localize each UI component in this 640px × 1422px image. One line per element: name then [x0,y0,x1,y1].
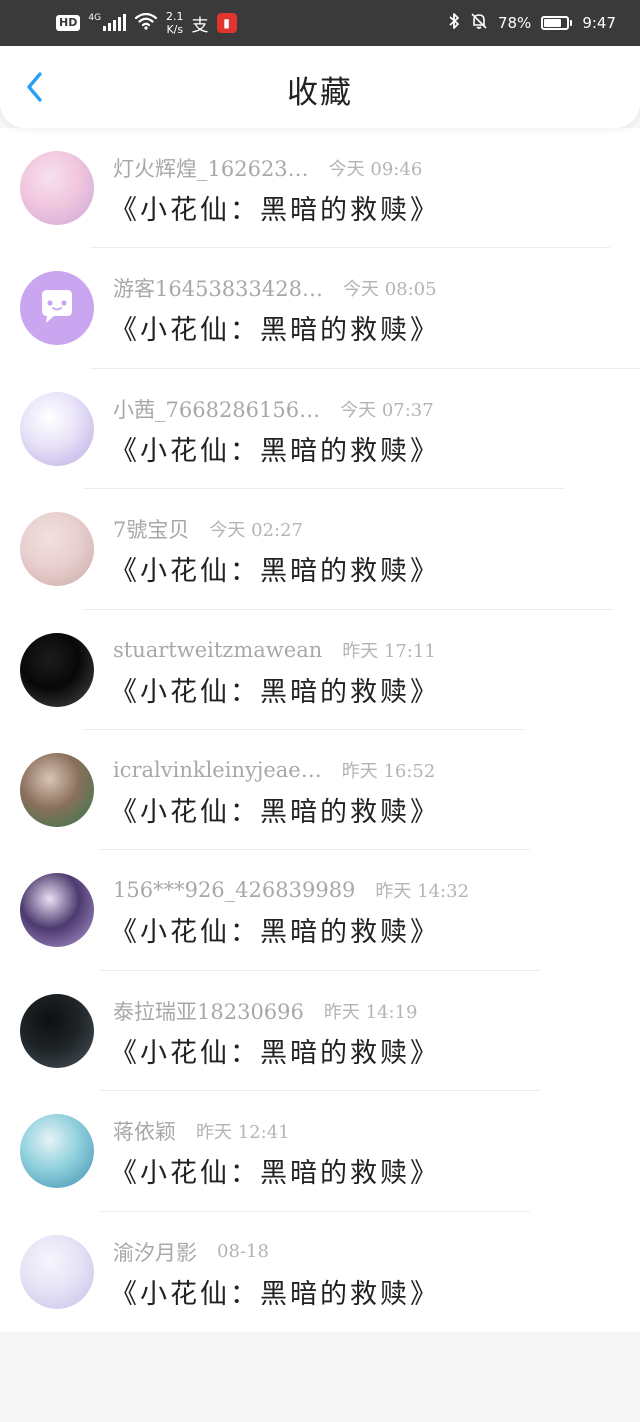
timestamp: 昨天 12:41 [196,1122,290,1144]
page-title: 收藏 [287,75,353,111]
work-title[interactable]: 《小花仙：黑暗的救赎》 [110,1031,440,1070]
work-title[interactable]: 《小花仙：黑暗的救赎》 [110,429,440,468]
alipay-icon: 支 [191,15,209,36]
clock: 9:47 [582,14,616,32]
timestamp: 今天 02:27 [209,520,303,542]
signal-icon [103,14,127,31]
avatar[interactable] [20,993,94,1068]
avatar[interactable] [20,1234,94,1309]
username[interactable]: icralvinkleinyjeae… [113,758,322,782]
bell-off-icon [470,12,488,34]
network-type: 4G [88,13,102,23]
list-item[interactable]: 游客16453833428… 今天 08:05 《小花仙：黑暗的救赎》 [0,248,640,369]
item-meta: icralvinkleinyjeae… 昨天 16:52 [113,754,435,786]
reader-app-icon: ▮ [216,13,237,33]
item-meta: 7號宝贝 今天 02:27 [113,513,303,545]
hd-badge: HD [56,15,81,31]
timestamp: 08-18 [217,1241,269,1263]
status-bar: HD 4G 2.1 K/s 支 ▮ 78% 9:47 [0,0,640,46]
list-item[interactable]: 7號宝贝 今天 02:27 《小花仙：黑暗的救赎》 [0,489,640,610]
network-speed-unit: K/s [166,23,184,36]
timestamp: 昨天 16:52 [341,760,436,782]
list-item[interactable]: 156***926_426839989 昨天 14:32 《小花仙：黑暗的救赎》 [0,850,640,971]
avatar[interactable] [20,512,94,587]
username[interactable]: 灯火辉煌_162623… [113,153,309,183]
timestamp: 今天 08:05 [342,279,437,301]
username[interactable]: 7號宝贝 [113,514,189,544]
avatar[interactable] [20,391,94,466]
username[interactable]: 156***926_426839989 [113,878,355,902]
item-meta: 泰拉瑞亚18230696 昨天 14:19 [113,995,418,1027]
work-title[interactable]: 《小花仙：黑暗的救赎》 [110,1272,440,1311]
item-meta: 小茜_7668286156… 今天 07:37 [113,393,434,425]
work-title[interactable]: 《小花仙：黑暗的救赎》 [110,910,440,949]
timestamp: 今天 07:37 [340,399,434,421]
avatar[interactable] [20,632,94,707]
timestamp: 昨天 14:19 [323,1001,418,1023]
avatar[interactable] [20,873,94,948]
work-title[interactable]: 《小花仙：黑暗的救赎》 [110,308,440,347]
wifi-icon [134,12,158,34]
list-item[interactable]: 小茜_7668286156… 今天 07:37 《小花仙：黑暗的救赎》 [0,369,640,490]
item-meta: 蒋依颖 昨天 12:41 [113,1115,290,1147]
item-meta: 156***926_426839989 昨天 14:32 [113,874,469,906]
chat-bubble-icon [42,290,72,324]
username[interactable]: stuartweitzmawean [113,638,322,662]
username[interactable]: 小茜_7668286156… [113,394,320,424]
network-speed-value: 2.1 [166,10,184,23]
list-item[interactable]: stuartweitzmawean 昨天 17:11 《小花仙：黑暗的救赎》 [0,610,640,730]
list-item[interactable]: 灯火辉煌_162623… 今天 09:46 《小花仙：黑暗的救赎》 [0,128,640,249]
list-item[interactable]: icralvinkleinyjeae… 昨天 16:52 《小花仙：黑暗的救赎》 [0,730,640,851]
header: 收藏 [0,46,640,128]
timestamp: 昨天 14:32 [375,881,470,903]
work-title[interactable]: 《小花仙：黑暗的救赎》 [110,549,440,588]
username[interactable]: 渝汐月影 [113,1237,197,1267]
item-meta: 灯火辉煌_162623… 今天 09:46 [113,152,422,184]
item-meta: 游客16453833428… 今天 08:05 [113,272,437,304]
favorites-list: 灯火辉煌_162623… 今天 09:46 《小花仙：黑暗的救赎》 游客1645383… [0,128,640,1332]
battery-percent: 78% [497,14,532,32]
avatar[interactable] [20,1114,94,1189]
list-item[interactable]: 泰拉瑞亚18230696 昨天 14:19 《小花仙：黑暗的救赎》 [0,971,640,1092]
network-speed: 2.1 K/s [166,10,184,36]
username[interactable]: 蒋依颖 [113,1116,176,1146]
work-title[interactable]: 《小花仙：黑暗的救赎》 [110,790,440,829]
item-meta: 渝汐月影 08-18 [113,1236,269,1268]
username[interactable]: 泰拉瑞亚18230696 [113,996,304,1026]
work-title[interactable]: 《小花仙：黑暗的救赎》 [110,1151,440,1190]
list-item[interactable]: 渝汐月影 08-18 《小花仙：黑暗的救赎》 [0,1212,640,1332]
avatar[interactable] [20,151,94,225]
username[interactable]: 游客16453833428… [113,273,323,303]
work-title[interactable]: 《小花仙：黑暗的救赎》 [110,670,440,709]
bluetooth-icon [448,12,460,34]
avatar[interactable] [20,271,94,346]
list-item[interactable]: 蒋依颖 昨天 12:41 《小花仙：黑暗的救赎》 [0,1091,640,1212]
status-bar-right: 78% 9:47 [448,0,616,46]
status-bar-left: HD 4G 2.1 K/s 支 ▮ [56,0,237,46]
avatar[interactable] [20,752,94,827]
battery-icon [541,16,573,30]
work-title[interactable]: 《小花仙：黑暗的救赎》 [110,188,440,227]
item-meta: stuartweitzmawean 昨天 17:11 [113,634,436,666]
timestamp: 昨天 17:11 [342,640,436,662]
timestamp: 今天 09:46 [328,159,423,180]
